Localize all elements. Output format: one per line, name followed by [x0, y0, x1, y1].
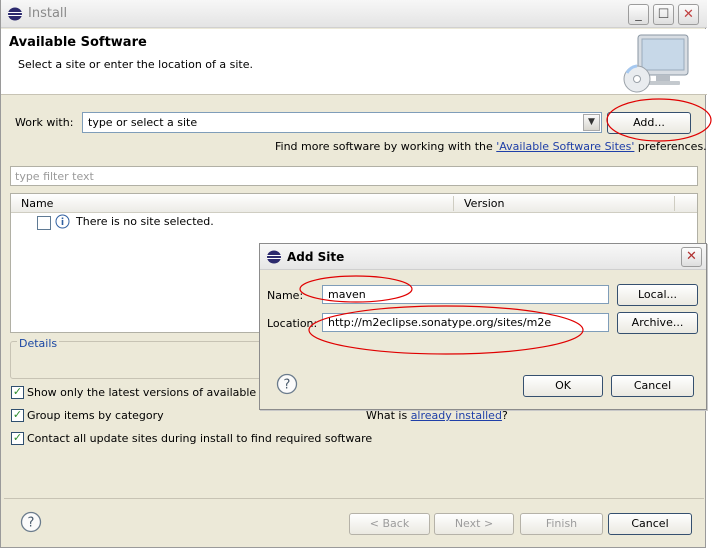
contact-sites-checkbox[interactable]: ✓: [11, 432, 24, 445]
dialog-title-bar: Add Site ✕: [260, 244, 706, 270]
location-value: http://m2eclipse.sonatype.org/sites/m2e: [328, 316, 552, 329]
footer-divider: [4, 498, 704, 499]
close-window-button[interactable]: ✕: [678, 4, 699, 25]
already-installed-text: What is already installed?: [366, 409, 508, 422]
window-title: Install: [28, 6, 68, 21]
details-label: Details: [17, 337, 60, 350]
add-site-button[interactable]: Add...: [607, 112, 691, 134]
dialog-cancel-button[interactable]: Cancel: [611, 375, 694, 397]
maximize-button[interactable]: ☐: [653, 4, 674, 25]
title-bar: Install _ ☐ ✕: [1, 0, 707, 28]
find-more-prefix: Find more software by working with the: [275, 140, 497, 153]
filter-input[interactable]: type filter text: [10, 166, 698, 186]
name-field[interactable]: maven: [322, 285, 609, 304]
row-checkbox[interactable]: [37, 216, 51, 230]
filter-placeholder: type filter text: [15, 170, 94, 183]
location-field[interactable]: http://m2eclipse.sonatype.org/sites/m2e: [322, 313, 609, 332]
name-label: Name:: [267, 289, 304, 302]
help-icon[interactable]: ?: [20, 511, 42, 533]
close-icon[interactable]: ✕: [681, 247, 702, 267]
back-button[interactable]: < Back: [349, 513, 430, 535]
find-more-text: Find more software by working with the '…: [275, 140, 707, 153]
column-divider: [674, 196, 675, 211]
column-version[interactable]: Version: [464, 197, 504, 210]
archive-button[interactable]: Archive...: [617, 312, 698, 334]
ok-button[interactable]: OK: [523, 375, 603, 397]
group-items-checkbox[interactable]: ✓: [11, 409, 24, 422]
what-is-text: What is: [366, 409, 411, 422]
finish-button[interactable]: Finish: [520, 513, 603, 535]
contact-sites-label[interactable]: Contact all update sites during install …: [27, 432, 372, 445]
page-title: Available Software: [9, 35, 147, 50]
next-button[interactable]: Next >: [434, 513, 514, 535]
header-panel: Available Software Select a site or ente…: [1, 29, 707, 95]
work-with-combo[interactable]: type or select a site ▼: [82, 112, 602, 133]
eclipse-icon: [8, 7, 22, 21]
work-with-label: Work with:: [15, 116, 74, 129]
dialog-title: Add Site: [287, 250, 345, 264]
help-icon[interactable]: ?: [276, 373, 298, 395]
location-label: Location:: [267, 317, 318, 330]
column-name[interactable]: Name: [21, 197, 53, 210]
group-items-label[interactable]: Group items by category: [27, 409, 164, 422]
install-software-icon: [623, 34, 689, 93]
cancel-button[interactable]: Cancel: [608, 513, 692, 535]
question-mark-text: ?: [501, 409, 508, 422]
work-with-value: type or select a site: [88, 116, 198, 129]
name-value: maven: [328, 288, 366, 301]
show-latest-label[interactable]: Show only the latest versions of availab…: [27, 386, 271, 399]
table-header: Name Version: [11, 194, 697, 213]
svg-text:?: ?: [28, 516, 35, 531]
show-latest-checkbox[interactable]: ✓: [11, 386, 24, 399]
chevron-down-icon[interactable]: ▼: [583, 114, 600, 131]
local-button[interactable]: Local...: [617, 284, 698, 306]
available-software-sites-link[interactable]: 'Available Software Sites': [496, 140, 634, 153]
svg-text:?: ?: [284, 378, 291, 393]
page-description: Select a site or enter the location of a…: [18, 58, 254, 71]
empty-table-message: There is no site selected.: [76, 215, 214, 228]
info-icon: [55, 214, 70, 229]
eclipse-icon: [267, 250, 281, 264]
column-divider: [453, 196, 454, 211]
minimize-button[interactable]: _: [628, 4, 649, 25]
find-more-suffix: preferences.: [634, 140, 707, 153]
already-installed-link[interactable]: already installed: [411, 409, 502, 422]
